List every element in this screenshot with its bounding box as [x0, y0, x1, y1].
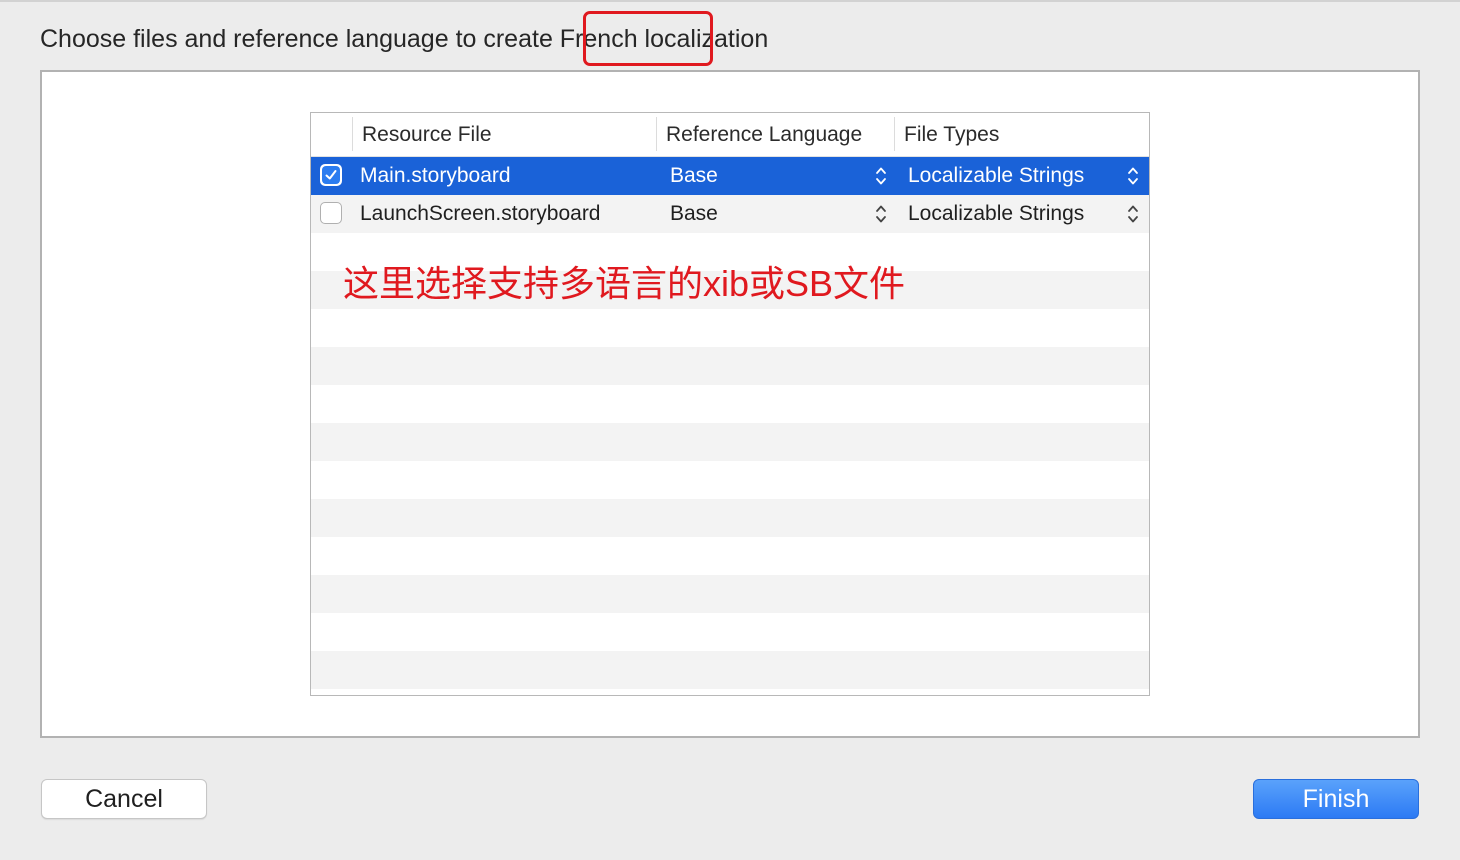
finish-button[interactable]: Finish [1253, 779, 1419, 819]
empty-row [311, 347, 1149, 385]
resource-file-name: Main.storyboard [360, 164, 511, 187]
annotation-text: 这里选择支持多语言的xib或SB文件 [343, 263, 906, 304]
empty-row [311, 651, 1149, 689]
resource-file-name: LaunchScreen.storyboard [360, 202, 601, 225]
empty-row [311, 575, 1149, 613]
french-highlight-box [583, 11, 713, 66]
column-header-file-types[interactable]: File Types [904, 113, 999, 156]
table-header: Resource File Reference Language File Ty… [311, 113, 1149, 157]
cancel-button[interactable]: Cancel [41, 779, 207, 819]
table-row-launchscreen-storyboard[interactable]: LaunchScreen.storyboard Base Localizable… [311, 195, 1149, 233]
checkmark-icon [322, 166, 340, 184]
include-checkbox[interactable] [320, 164, 342, 186]
empty-row [311, 537, 1149, 575]
column-separator [894, 117, 895, 151]
empty-row [311, 309, 1149, 347]
column-header-reference-language[interactable]: Reference Language [666, 113, 862, 156]
popup-stepper-icon[interactable] [1126, 165, 1140, 187]
table-row-main-storyboard[interactable]: Main.storyboard Base Localizable Strings [311, 157, 1149, 195]
popup-stepper-icon[interactable] [874, 203, 888, 225]
reference-language-popup[interactable]: Base [670, 157, 718, 195]
include-checkbox[interactable] [320, 202, 342, 224]
column-separator [352, 117, 353, 151]
file-type-popup[interactable]: Localizable Strings [908, 195, 1084, 233]
file-type-popup[interactable]: Localizable Strings [908, 157, 1084, 195]
empty-row [311, 461, 1149, 499]
empty-row [311, 499, 1149, 537]
popup-stepper-icon[interactable] [1126, 203, 1140, 225]
column-separator [656, 117, 657, 151]
column-header-resource-file[interactable]: Resource File [362, 113, 492, 156]
resource-files-table: Resource File Reference Language File Ty… [310, 112, 1150, 696]
empty-row [311, 423, 1149, 461]
empty-row [311, 385, 1149, 423]
reference-language-popup[interactable]: Base [670, 195, 718, 233]
window-top-edge [0, 0, 1460, 2]
popup-stepper-icon[interactable] [874, 165, 888, 187]
empty-row [311, 613, 1149, 651]
